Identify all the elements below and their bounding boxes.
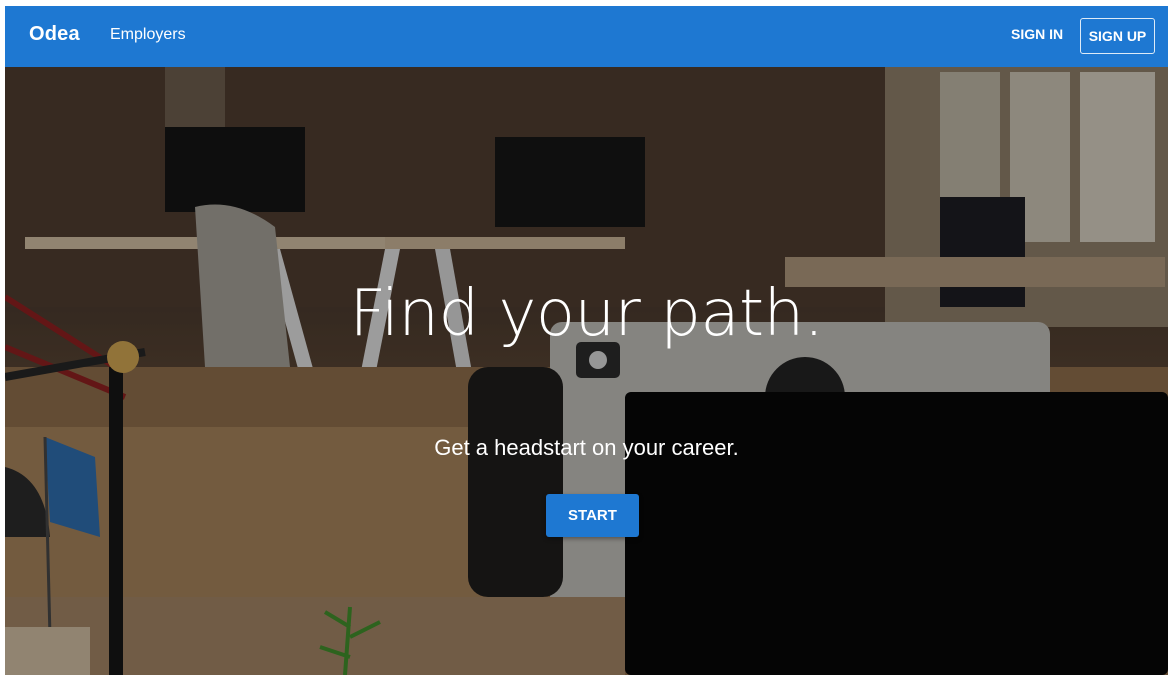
hero-title: Find your path. bbox=[349, 277, 824, 351]
page: Odea Employers SIGN IN SIGN UP Find your… bbox=[5, 6, 1168, 675]
sign-up-button[interactable]: SIGN UP bbox=[1080, 18, 1155, 54]
start-button[interactable]: START bbox=[546, 494, 639, 537]
brand-logo[interactable]: Odea bbox=[29, 23, 80, 46]
hero-section: Find your path. Get a headstart on your … bbox=[5, 67, 1168, 675]
hero-dim-overlay bbox=[5, 67, 1168, 675]
hero-subtitle: Get a headstart on your career. bbox=[434, 435, 739, 460]
sign-in-button[interactable]: SIGN IN bbox=[1011, 26, 1063, 42]
nav-link-employers[interactable]: Employers bbox=[110, 26, 186, 44]
top-navbar: Odea Employers SIGN IN SIGN UP bbox=[5, 6, 1168, 67]
